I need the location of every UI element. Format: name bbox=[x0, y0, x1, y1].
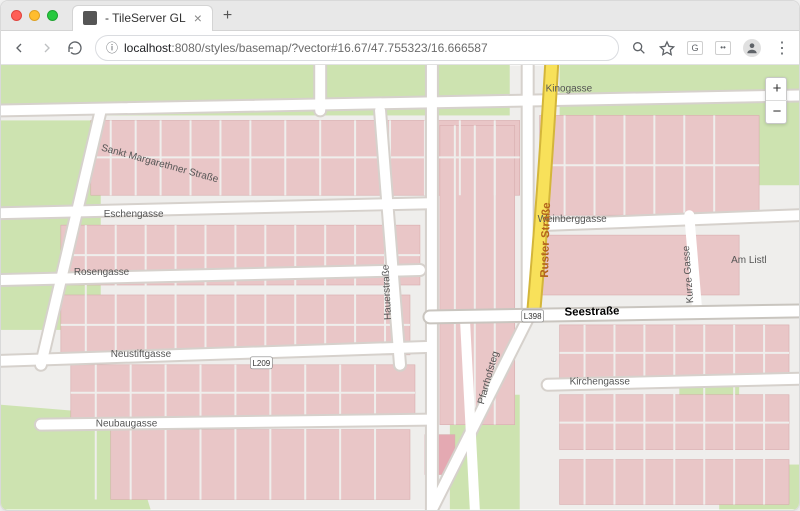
label-neubaugasse: Neubaugasse bbox=[96, 419, 158, 430]
titlebar: - TileServer GL × + bbox=[1, 1, 799, 31]
extension-2-icon[interactable]: •• bbox=[715, 41, 731, 55]
tab-favicon-icon bbox=[83, 11, 97, 25]
label-neustiftgasse: Neustiftgasse bbox=[111, 349, 172, 360]
map-viewport[interactable]: Kinogasse Sankt Margarethner Straße Esch… bbox=[1, 65, 799, 510]
url-path: /styles/basemap/?vector#16.67/47.755323/… bbox=[201, 41, 487, 55]
url-host: localhost bbox=[124, 41, 171, 55]
star-icon[interactable] bbox=[659, 40, 675, 56]
forward-button[interactable] bbox=[39, 40, 55, 56]
address-bar[interactable]: ⓘ localhost:8080/styles/basemap/?vector#… bbox=[95, 35, 619, 61]
route-badge-1: L398 bbox=[524, 312, 542, 321]
zoom-in-button[interactable]: + bbox=[766, 78, 788, 100]
tab-close-icon[interactable]: × bbox=[194, 11, 202, 25]
back-button[interactable] bbox=[11, 40, 27, 56]
maximize-window-button[interactable] bbox=[47, 10, 58, 21]
map-canvas[interactable]: Kinogasse Sankt Margarethner Straße Esch… bbox=[1, 65, 799, 510]
browser-window: - TileServer GL × + ⓘ localhost:8080/sty… bbox=[0, 0, 800, 511]
new-tab-button[interactable]: + bbox=[223, 8, 232, 24]
window-controls bbox=[11, 10, 58, 21]
menu-icon[interactable]: ⋮ bbox=[773, 40, 789, 56]
toolbar-actions: G •• ⋮ bbox=[631, 39, 789, 57]
label-rosengasse: Rosengasse bbox=[74, 267, 130, 278]
close-window-button[interactable] bbox=[11, 10, 22, 21]
label-am-listl: Am Listl bbox=[731, 255, 766, 266]
site-info-icon[interactable]: ⓘ bbox=[106, 39, 118, 56]
tab-title: - TileServer GL bbox=[105, 11, 186, 25]
minimize-window-button[interactable] bbox=[29, 10, 40, 21]
search-icon[interactable] bbox=[631, 40, 647, 56]
url-port: :8080 bbox=[171, 41, 201, 55]
label-kirchengasse: Kirchengasse bbox=[570, 377, 631, 388]
reload-button[interactable] bbox=[67, 40, 83, 56]
browser-toolbar: ⓘ localhost:8080/styles/basemap/?vector#… bbox=[1, 31, 799, 65]
label-kinogasse: Kinogasse bbox=[546, 83, 593, 94]
label-ruster-strasse: Ruster Straße bbox=[539, 202, 553, 278]
label-eschengasse: Eschengasse bbox=[104, 209, 164, 220]
route-badge-2: L209 bbox=[252, 359, 270, 368]
extension-1-icon[interactable]: G bbox=[687, 41, 703, 55]
zoom-out-button[interactable]: − bbox=[766, 100, 788, 123]
browser-tab[interactable]: - TileServer GL × bbox=[72, 5, 213, 31]
zoom-control: + − bbox=[765, 77, 787, 124]
label-seestrasse: Seestraße bbox=[564, 305, 619, 318]
profile-avatar[interactable] bbox=[743, 39, 761, 57]
